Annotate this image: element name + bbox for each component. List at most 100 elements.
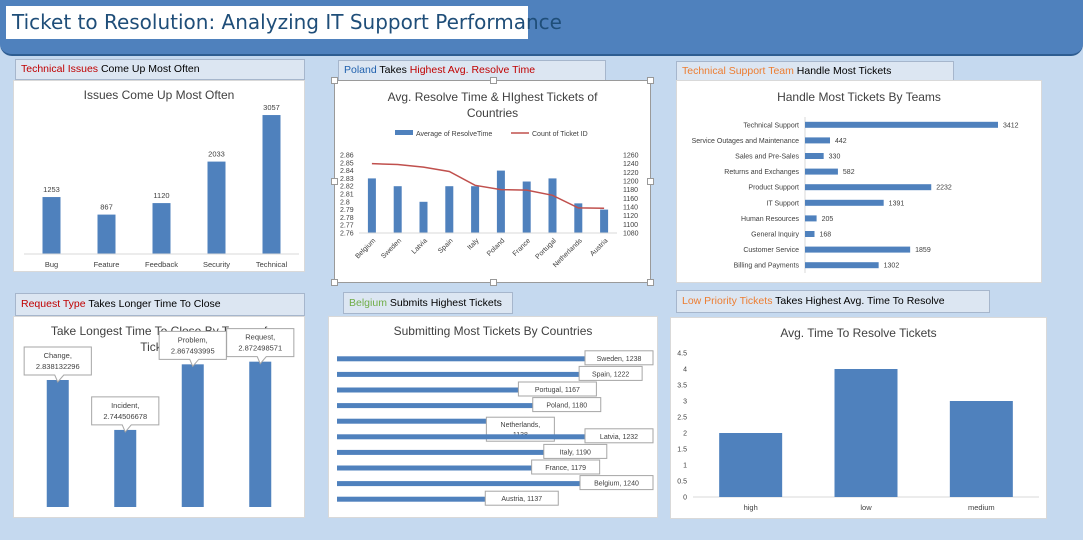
resize-handle-tl[interactable] [331,77,338,84]
title-bar: Ticket to Resolution: Analyzing IT Suppo… [0,0,1083,56]
y-tick: 2 [683,431,687,438]
bar-request [249,361,272,507]
types-chart-panel: Take Longest Time To Close By Types of T… [13,316,305,518]
poland-caption-mid: Takes [376,64,410,76]
resize-handle-br[interactable] [647,279,654,286]
bar-italy [471,186,480,233]
resize-handle-tm[interactable] [490,77,497,84]
x-tick-spain: Spain [437,237,455,255]
data-label-change-text: 2.838132296 [36,362,80,371]
request-caption-highlight: Request Type [21,298,86,310]
y-right-tick: 1140 [623,205,638,212]
resize-handle-mr[interactable] [647,178,654,185]
x-tick-low: low [860,503,872,512]
bar-portugal [548,178,557,233]
y-tick: 0 [683,495,687,502]
bar-spain [337,371,583,377]
x-tick-medium: medium [968,503,995,512]
teams-chart: Technical Support 3412 Service Outages and… [692,117,1019,273]
bar-problem [181,364,204,507]
data-label-portugal: Portugal, 1167 [535,387,580,394]
y-left-tick: 2.84 [340,168,354,175]
data-label-technical-support: 3412 [1003,122,1019,129]
bar-service-outages-and-maintenance [805,137,831,144]
bar-low [834,369,898,497]
y-tick-service-outages-and-maintenance: Service Outages and Maintenance [692,138,800,145]
data-label-belgium: Belgium, 1240 [594,481,639,488]
y-tick: 4.5 [677,351,687,358]
y-left-tick: 2.86 [340,153,354,160]
data-label-incident-text: Incident, [111,401,139,410]
data-label-request-text: Request, [245,333,275,342]
resize-handle-tr[interactable] [647,77,654,84]
bar-customer-service [805,246,911,253]
bar-france [337,465,535,471]
bar-sweden [393,186,402,233]
y-tick: 0.5 [677,479,687,486]
x-tick-italy: Italy [466,237,480,251]
data-label-austria: Austria, 1137 [501,496,542,503]
x-tick-security: Security [203,260,230,269]
data-label-change-text: Change, [44,351,72,360]
y-left-tick: 2.83 [340,176,354,183]
bar-portugal [337,387,522,393]
resize-handle-ml[interactable] [331,178,338,185]
bar-general-inquiry [805,231,815,237]
x-tick-belgium: Belgium [354,237,377,260]
y-right-tick: 1220 [623,170,639,177]
countries-combo-panel[interactable]: Avg. Resolve Time & HIghest Tickets of C… [331,77,654,286]
y-right-tick: 1160 [623,196,638,203]
data-label-problem-text: Problem, [178,335,208,344]
bar-italy [337,449,547,455]
y-right-tick: 1100 [623,222,638,229]
y-right-tick: 1120 [623,213,638,220]
bar-austria [600,209,609,233]
x-tick-feedback: Feedback [145,260,178,269]
data-label-sweden: Sweden, 1238 [597,356,642,363]
issues-caption: Technical Issues Come Up Most Often [15,59,305,80]
y-tick: 3 [683,399,687,406]
y-tick-returns-and-exchanges: Returns and Exchanges [724,169,799,176]
x-tick-latvia: Latvia [411,237,429,255]
bar-high [719,433,783,497]
teams-chart-panel: Handle Most Tickets By Teams Technical S… [676,80,1042,283]
bar-france [522,181,531,233]
y-tick: 3.5 [677,383,687,390]
priority-caption-highlight: Low Priority Tickets [682,295,773,307]
x-tick-bug: Bug [45,260,58,269]
x-tick-feature: Feature [94,260,120,269]
y-left-tick: 2.78 [340,215,354,222]
bar-poland [337,403,536,409]
data-label-netherlands: Netherlands, [501,422,541,429]
data-label-general-inquiry: 168 [820,232,832,239]
data-label-italy: Italy, 1190 [560,449,591,456]
x-tick-technical: Technical [256,260,288,269]
data-label-france: France, 1179 [545,465,586,472]
priority-caption: Low Priority Tickets Takes Highest Avg. … [676,290,990,313]
y-tick: 4 [683,367,687,374]
series-line-ticket-count [371,162,605,210]
x-tick-portugal: Portugal [535,237,559,261]
teams-caption-text: Handle Most Tickets [793,65,892,77]
belgium-caption: Belgium Submits Highest Tickets [343,292,513,314]
bar-austria [337,496,489,502]
x-tick-high: high [744,503,758,512]
data-label-service-outages-and-maintenance: 442 [835,138,847,145]
issues-chart-panel: Issues Come Up Most Often 1253 Bug 867 Feat… [13,80,305,272]
y-right-tick: 1200 [623,179,639,186]
y-left-tick: 2.8 [340,199,350,206]
types-chart: Change, 2.838132296 Incident, 2.744506678 Pr… [23,328,295,507]
y-tick-product-support: Product Support [748,185,799,192]
y-left-tick: 2.85 [340,160,354,167]
bar-it-support [805,199,884,206]
bar-latvia [337,434,594,440]
data-label-sales-and-pre-sales: 330 [829,154,841,161]
bar-belgium [367,178,376,233]
resize-handle-bl[interactable] [331,279,338,286]
legend-label-bar: Average of ResolveTime [416,131,492,138]
x-tick-poland: Poland [486,237,506,257]
priority-caption-text: Takes Highest Avg. Time To Resolve [772,295,945,307]
resize-handle-bm[interactable] [490,279,497,286]
data-label-product-support: 2232 [936,185,952,192]
y-tick-human-resources: Human Resources [741,216,799,223]
